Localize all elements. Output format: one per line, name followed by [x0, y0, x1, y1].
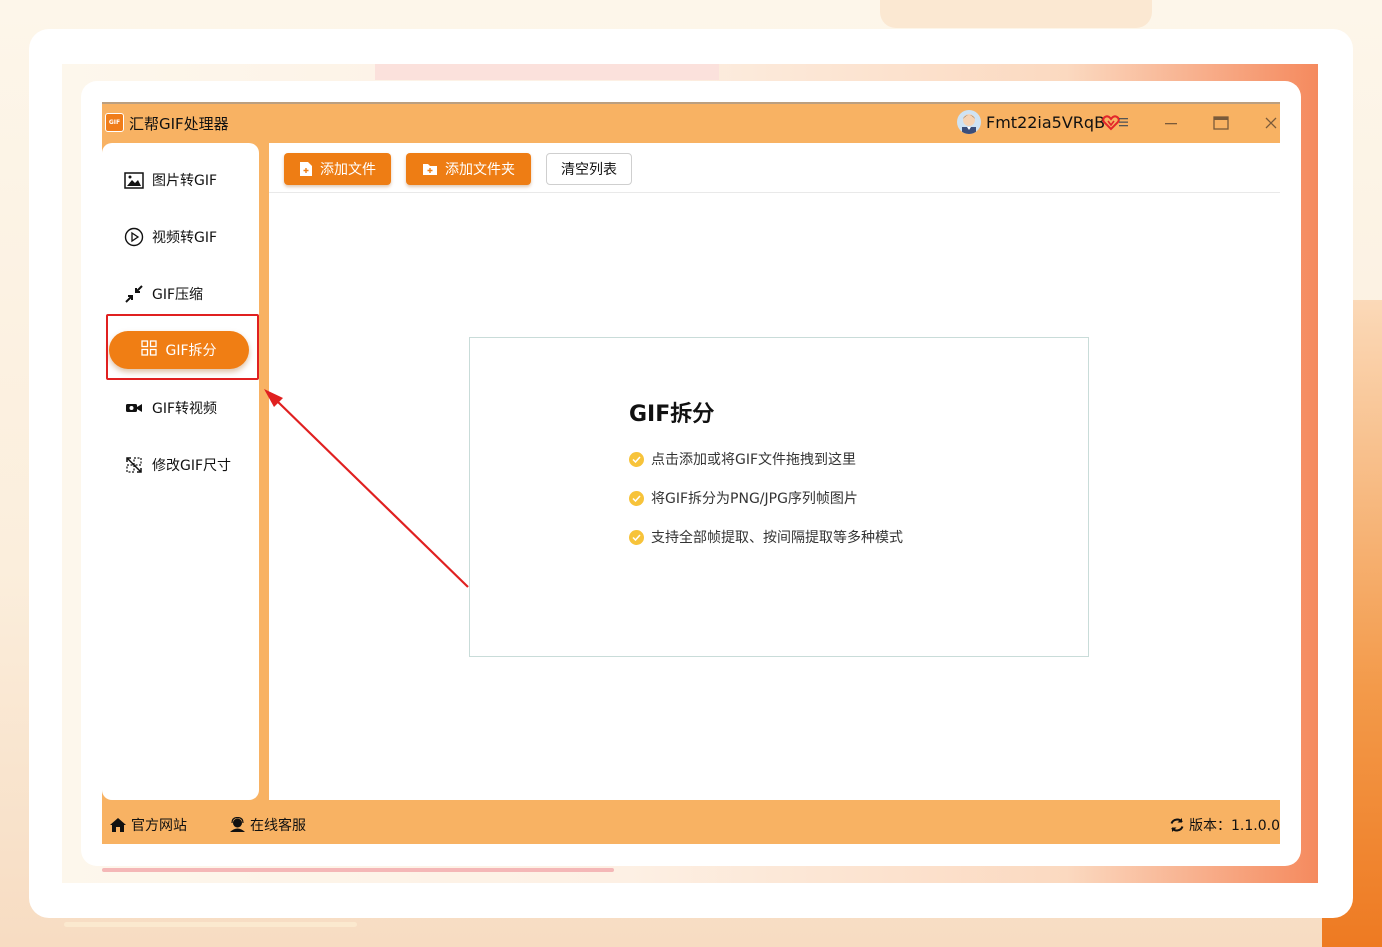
sidebar-item-label: 修改GIF尺寸	[152, 458, 232, 474]
clear-list-button[interactable]: 清空列表	[546, 153, 632, 185]
title-bar: GIF 汇帮GIF处理器 Fmt22ia5VRqB	[102, 102, 1280, 143]
add-file-button[interactable]: 添加文件	[284, 153, 391, 185]
background-decoration	[375, 64, 719, 80]
version-info: 版本：1.1.0.0	[1169, 815, 1280, 835]
avatar[interactable]	[957, 110, 981, 134]
video-camera-icon	[124, 398, 144, 418]
toolbar: 添加文件 添加文件夹 清空列表	[269, 143, 1280, 193]
folder-icon	[423, 164, 437, 175]
image-icon	[124, 170, 144, 190]
online-service-link[interactable]: 在线客服	[229, 815, 306, 835]
maximize-button[interactable]	[1209, 111, 1233, 135]
main-panel: 添加文件 添加文件夹 清空列表 GIF拆分 点击添加或将GIF文件拖拽到这里 将…	[269, 143, 1280, 800]
home-icon	[110, 818, 126, 832]
sidebar-item-video-to-gif[interactable]: 视频转GIF	[124, 224, 217, 250]
drop-zone-hint-text: 点击添加或将GIF文件拖拽到这里	[651, 452, 857, 468]
menu-icon[interactable]	[1116, 116, 1128, 128]
app-logo-text: GIF	[108, 119, 121, 126]
close-icon	[1265, 117, 1277, 129]
online-service-label: 在线客服	[250, 818, 306, 834]
official-website-label: 官方网站	[131, 818, 187, 834]
add-file-label: 添加文件	[320, 162, 376, 178]
sidebar-item-label: GIF转视频	[152, 401, 218, 417]
official-website-link[interactable]: 官方网站	[109, 815, 187, 835]
user-name[interactable]: Fmt22ia5VRqB	[986, 113, 1105, 132]
compress-icon	[124, 284, 144, 304]
minimize-icon	[1165, 123, 1177, 125]
sidebar-item-gif-to-video[interactable]: GIF转视频	[124, 395, 217, 421]
app-logo-icon: GIF	[105, 113, 124, 132]
status-bar: 官方网站 在线客服 版本：1.1.0.0	[102, 800, 1280, 844]
check-icon	[629, 490, 644, 506]
background-decoration	[880, 0, 1152, 28]
app-title: 汇帮GIF处理器	[129, 115, 229, 133]
drop-zone-hint: 支持全部帧提取、按间隔提取等多种模式	[629, 527, 903, 547]
drop-zone-hint-text: 将GIF拆分为PNG/JPG序列帧图片	[651, 491, 858, 507]
minimize-button[interactable]	[1159, 111, 1183, 135]
sidebar-item-gif-compress[interactable]: GIF压缩	[124, 281, 203, 307]
background-decoration	[102, 868, 614, 872]
drop-zone-hint-text: 支持全部帧提取、按间隔提取等多种模式	[651, 530, 903, 546]
sidebar-item-label: GIF压缩	[152, 287, 204, 303]
sidebar-item-label: 视频转GIF	[152, 230, 218, 246]
drop-zone-title: GIF拆分	[629, 402, 715, 427]
resize-icon	[124, 455, 144, 475]
check-icon	[629, 451, 644, 467]
close-button[interactable]	[1259, 111, 1283, 135]
drop-zone-hint: 将GIF拆分为PNG/JPG序列帧图片	[629, 488, 858, 508]
drop-zone-hint: 点击添加或将GIF文件拖拽到这里	[629, 449, 856, 469]
check-icon	[629, 529, 644, 545]
file-icon	[300, 162, 312, 176]
drop-zone[interactable]: GIF拆分 点击添加或将GIF文件拖拽到这里 将GIF拆分为PNG/JPG序列帧…	[469, 337, 1089, 657]
clear-list-label: 清空列表	[561, 162, 617, 178]
sidebar-item-label: 图片转GIF	[152, 173, 218, 189]
sidebar-item-resize-gif[interactable]: 修改GIF尺寸	[124, 452, 231, 478]
sidebar-item-image-to-gif[interactable]: 图片转GIF	[124, 167, 217, 193]
refresh-icon[interactable]	[1169, 817, 1185, 833]
customer-service-icon	[230, 817, 245, 832]
add-folder-button[interactable]: 添加文件夹	[406, 153, 531, 185]
maximize-icon	[1213, 116, 1229, 130]
app-window: GIF 汇帮GIF处理器 Fmt22ia5VRqB 图片转GIF 视频转GIF …	[102, 102, 1280, 844]
background-decoration	[64, 922, 357, 927]
sidebar: 图片转GIF 视频转GIF GIF压缩 GIF拆分 GIF转视频 修改GIF尺寸	[102, 143, 259, 800]
play-icon	[124, 227, 144, 247]
add-folder-label: 添加文件夹	[445, 162, 515, 178]
version-label: 版本：1.1.0.0	[1189, 818, 1280, 834]
highlight-annotation	[106, 314, 259, 380]
